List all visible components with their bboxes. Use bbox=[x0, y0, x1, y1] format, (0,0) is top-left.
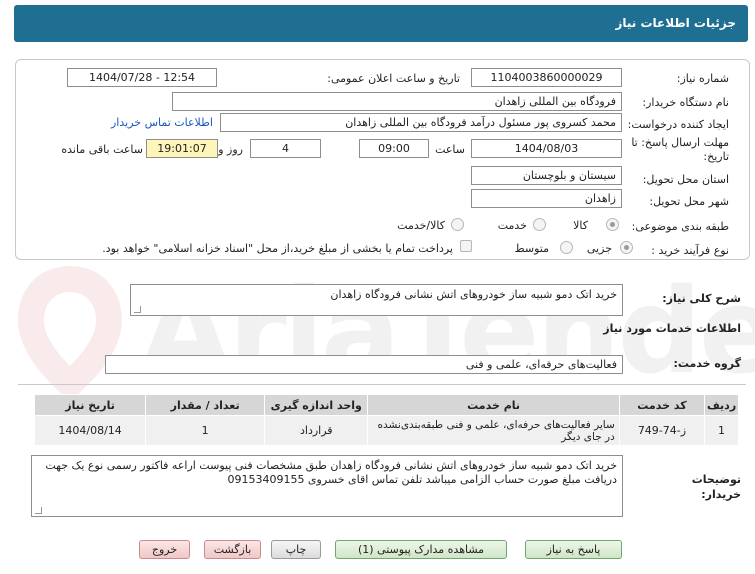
col-date: تاریخ نیاز bbox=[33, 394, 147, 416]
page-title: جزئیات اطلاعات نیاز bbox=[615, 16, 736, 30]
process-radio-minor[interactable] bbox=[620, 241, 633, 254]
need-summary-box: خرید اتک دمو شبیه ساز خودروهای اتش نشانی… bbox=[130, 284, 623, 316]
category-label: طبقه بندی موضوعی: bbox=[631, 220, 729, 233]
need-number-label: شماره نیاز: bbox=[676, 72, 729, 85]
table-header-row: ردیف کد خدمت نام خدمت واحد اندازه گیری ت… bbox=[33, 394, 739, 416]
city-label: شهر محل تحویل: bbox=[649, 195, 729, 208]
days-remaining-field: 4 bbox=[250, 139, 321, 158]
process-radio-medium[interactable] bbox=[560, 241, 573, 254]
cell-name: سایر فعالیت‌های حرفه‌ای، علمی و فنی طبقه… bbox=[367, 415, 620, 446]
deadline-date-label: تاریخ: bbox=[703, 150, 729, 163]
cell-unit: قرارداد bbox=[264, 415, 369, 446]
table-row: 1 ز-74-749 سایر فعالیت‌های حرفه‌ای، علمی… bbox=[33, 415, 739, 446]
need-summary-label: شرح کلی نیاز: bbox=[662, 292, 741, 305]
col-unit: واحد اندازه گیری bbox=[264, 394, 369, 416]
process-label: نوع فرآیند خرید : bbox=[651, 244, 729, 257]
deadline-date-field: 1404/08/03 bbox=[471, 139, 622, 158]
cell-code: ز-74-749 bbox=[618, 415, 706, 446]
remaining-time-field: 19:01:07 bbox=[146, 139, 218, 158]
col-name: نام خدمت bbox=[367, 394, 620, 416]
col-row: ردیف bbox=[704, 394, 739, 416]
city-field: زاهدان bbox=[471, 189, 622, 208]
category-option-goods: کالا bbox=[573, 219, 588, 232]
treasury-payment-note: پرداخت تمام یا بخشی از مبلغ خرید،از محل … bbox=[102, 242, 453, 255]
services-table: ردیف کد خدمت نام خدمت واحد اندازه گیری ت… bbox=[33, 394, 739, 446]
buyer-field: فرودگاه بین المللی زاهدان bbox=[172, 92, 622, 111]
deadline-time-field: 09:00 bbox=[359, 139, 429, 158]
buyer-contact-link[interactable]: اطلاعات تماس خریدار bbox=[111, 116, 213, 129]
exit-button[interactable]: خروج bbox=[139, 540, 190, 559]
days-label: روز و bbox=[218, 143, 243, 156]
back-button[interactable]: بازگشت bbox=[204, 540, 261, 559]
resize-handle-icon[interactable] bbox=[134, 306, 141, 313]
reply-button[interactable]: پاسخ به نیاز bbox=[525, 540, 622, 559]
buyer-notes-text: خرید اتک دمو شبیه ساز خودروهای اتش نشانی… bbox=[45, 459, 617, 486]
buyer-label: نام دستگاه خریدار: bbox=[642, 96, 729, 109]
deadline-time-label: ساعت bbox=[435, 143, 465, 156]
cell-date: 1404/08/14 bbox=[33, 415, 147, 446]
services-section-title: اطلاعات خدمات مورد نیاز bbox=[603, 322, 741, 335]
cell-qty: 1 bbox=[145, 415, 266, 446]
col-qty: تعداد / مقدار bbox=[145, 394, 266, 416]
resize-handle-icon[interactable] bbox=[35, 507, 42, 514]
process-option-minor: جزیی bbox=[586, 242, 612, 255]
category-radio-service[interactable] bbox=[533, 218, 546, 231]
cell-row: 1 bbox=[704, 415, 739, 446]
need-number-field: 1104003860000029 bbox=[471, 68, 622, 87]
print-button[interactable]: چاپ bbox=[271, 540, 321, 559]
need-summary-text: خرید اتک دمو شبیه ساز خودروهای اتش نشانی… bbox=[330, 288, 617, 301]
buyer-notes-label: توضیحات bbox=[691, 473, 741, 486]
requester-label: ایجاد کننده درخواست: bbox=[627, 118, 729, 131]
col-code: کد خدمت bbox=[618, 394, 706, 416]
announce-date-field: 1404/07/28 - 12:54 bbox=[67, 68, 217, 87]
remaining-time-label: ساعت باقی مانده bbox=[61, 143, 143, 156]
province-field: سیستان و بلوچستان bbox=[471, 166, 622, 185]
section-divider bbox=[18, 384, 746, 385]
buyer-notes-box: خرید اتک دمو شبیه ساز خودروهای اتش نشانی… bbox=[31, 455, 623, 517]
category-option-goods-service: کالا/خدمت bbox=[397, 219, 445, 232]
announce-date-label: تاریخ و ساعت اعلان عمومی: bbox=[327, 72, 460, 85]
service-group-label: گروه خدمت: bbox=[673, 357, 741, 370]
buyer-notes-label-2: خریدار: bbox=[701, 488, 741, 501]
watermark-logo-icon bbox=[18, 266, 122, 402]
requester-field: محمد کسروی پور مسئول درآمد فرودگاه بین ا… bbox=[220, 113, 622, 132]
service-group-field: فعالیت‌های حرفه‌ای، علمی و فنی bbox=[105, 355, 623, 374]
treasury-payment-checkbox[interactable] bbox=[460, 240, 472, 252]
province-label: استان محل تحویل: bbox=[642, 173, 729, 186]
deadline-label: مهلت ارسال پاسخ: تا bbox=[631, 136, 729, 149]
category-radio-goods-service[interactable] bbox=[451, 218, 464, 231]
page-header: جزئیات اطلاعات نیاز bbox=[14, 5, 748, 42]
category-option-service: خدمت bbox=[497, 219, 527, 232]
view-attachments-button[interactable]: مشاهده مدارک پیوستی (1) bbox=[335, 540, 507, 559]
process-option-medium: متوسط bbox=[514, 242, 549, 255]
category-radio-goods[interactable] bbox=[606, 218, 619, 231]
